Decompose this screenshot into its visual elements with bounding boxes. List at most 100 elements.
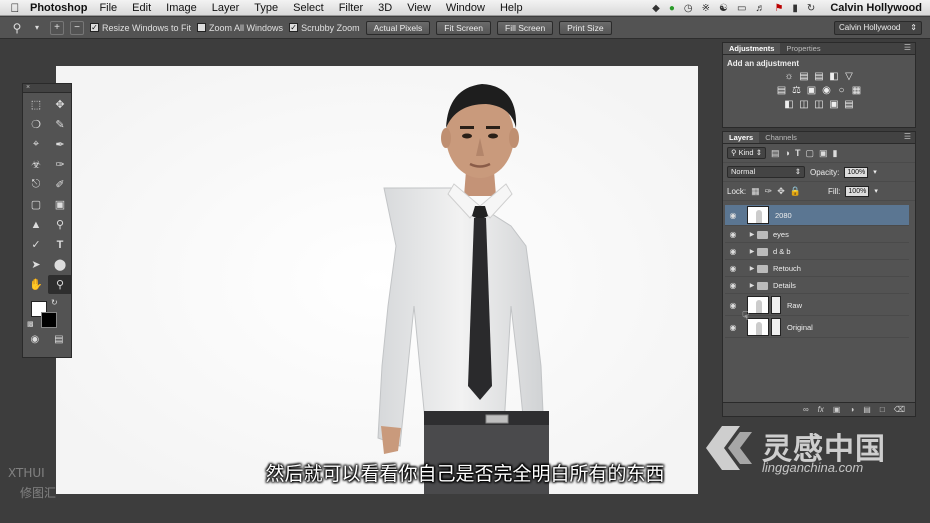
menu-layer[interactable]: Layer <box>212 2 240 14</box>
opacity-slider-chevron-icon[interactable]: ▾ <box>873 168 877 176</box>
menu-3d[interactable]: 3D <box>378 2 392 14</box>
gradient-tool-icon[interactable]: ▣ <box>48 195 72 214</box>
invert-icon[interactable]: ◧ <box>784 99 795 110</box>
lock-pixels-icon[interactable]: ✑ <box>765 186 773 197</box>
menu-edit[interactable]: Edit <box>132 2 151 14</box>
filter-smart-object-icon[interactable]: ▣ <box>819 148 828 159</box>
lock-all-icon[interactable]: 🔒 <box>790 186 801 197</box>
zoom-all-windows-checkbox[interactable]: Zoom All Windows <box>197 23 283 33</box>
fill-screen-button[interactable]: Fill Screen <box>497 20 554 35</box>
visibility-eye-icon[interactable]: ◉ <box>725 264 741 273</box>
posterize-icon[interactable]: ◫ <box>799 99 810 110</box>
close-icon[interactable]: × <box>26 84 30 91</box>
sync-icon[interactable]: ↻ <box>807 3 815 14</box>
new-adjustment-icon[interactable]: ◑ <box>849 405 854 414</box>
visibility-eye-icon[interactable]: ◉ <box>725 211 741 220</box>
path-select-icon[interactable]: ➤ <box>24 255 48 274</box>
lasso-tool-icon[interactable]: ❍ <box>24 115 48 134</box>
fill-slider-chevron-icon[interactable]: ▾ <box>874 187 878 195</box>
delete-layer-icon[interactable]: ⌫ <box>894 405 905 414</box>
photo-filter-icon[interactable]: ◉ <box>821 85 832 96</box>
panel-menu-icon[interactable]: ☰ <box>904 132 911 141</box>
crop-tool-icon[interactable]: ⌖ <box>24 135 48 154</box>
visibility-eye-icon[interactable]: ◉ <box>725 323 741 332</box>
add-mask-icon[interactable]: ▣ <box>833 405 841 414</box>
battery-icon[interactable]: ▮ <box>792 3 798 14</box>
visibility-eye-icon[interactable]: ◉ <box>725 230 741 239</box>
menu-type[interactable]: Type <box>254 2 278 14</box>
selective-color-icon[interactable]: ▣ <box>829 99 840 110</box>
layer-row[interactable]: ◉ Original <box>725 317 909 338</box>
screen-mode-icon[interactable]: ▤ <box>54 334 63 345</box>
menu-filter[interactable]: Filter <box>339 2 363 14</box>
vibrance-icon[interactable]: ▽ <box>844 71 855 82</box>
menu-window[interactable]: Window <box>446 2 485 14</box>
user-name[interactable]: Calvin Hollywood <box>830 2 922 14</box>
history-brush-icon[interactable]: ✐ <box>48 175 72 194</box>
flag-icon[interactable]: ⚑ <box>774 3 783 14</box>
volume-icon[interactable]: ♬ <box>755 3 765 14</box>
display-icon[interactable]: ▭ <box>737 3 746 14</box>
layer-row[interactable]: ◉ Raw <box>725 295 909 316</box>
layer-mask-thumbnail[interactable] <box>771 318 781 336</box>
menu-file[interactable]: File <box>99 2 117 14</box>
quick-mask-icon[interactable]: ◉ <box>30 334 39 345</box>
brush-tool-icon[interactable]: ✑ <box>48 155 72 174</box>
actual-pixels-button[interactable]: Actual Pixels <box>365 20 431 35</box>
gradient-map-icon[interactable]: ▤ <box>844 99 855 110</box>
blend-mode-select[interactable]: Normal ⇕ <box>727 166 805 178</box>
threshold-icon[interactable]: ◫ <box>814 99 825 110</box>
zoom-tool-icon[interactable]: ⚲ <box>48 275 72 294</box>
blur-tool-icon[interactable]: ▲ <box>24 215 48 234</box>
app-menu[interactable]: Photoshop <box>30 2 87 14</box>
expand-triangle-icon[interactable]: ▶ <box>747 248 757 255</box>
black-white-icon[interactable]: ▣ <box>806 85 817 96</box>
tab-channels[interactable]: Channels <box>759 132 803 143</box>
eyedropper-tool-icon[interactable]: ✒ <box>48 135 72 154</box>
clone-stamp-icon[interactable]: ⎋ <box>24 175 48 194</box>
shape-tool-icon[interactable]: ⬤ <box>48 255 72 274</box>
swap-colors-icon[interactable]: ↻ <box>51 298 58 307</box>
fit-screen-button[interactable]: Fit Screen <box>436 20 492 35</box>
filter-toggle-icon[interactable]: ▮ <box>832 148 837 159</box>
tab-layers[interactable]: Layers <box>723 132 760 143</box>
visibility-eye-icon[interactable]: ◉ <box>725 301 741 310</box>
expand-triangle-icon[interactable]: ▶ <box>747 265 757 272</box>
filter-kind-select[interactable]: ⚲ Kind ⇕ <box>727 147 766 159</box>
zoom-in-icon[interactable]: + <box>50 20 64 35</box>
zoom-tool-icon[interactable]: ⚲ <box>10 21 24 35</box>
filter-pixel-icon[interactable]: ▤ <box>771 148 780 159</box>
dropbox-icon[interactable]: ◆ <box>652 3 660 14</box>
brightness-contrast-icon[interactable]: ☼ <box>784 71 795 82</box>
background-color-swatch[interactable] <box>41 312 57 328</box>
filter-type-icon[interactable]: T <box>795 148 801 158</box>
bluetooth-icon[interactable]: ※ <box>702 3 710 14</box>
hand-tool-icon[interactable]: ✋ <box>24 275 48 294</box>
default-colors-icon[interactable]: ▩ <box>27 320 34 328</box>
hue-saturation-icon[interactable]: ▤ <box>776 85 787 96</box>
curves-icon[interactable]: ▤ <box>814 71 825 82</box>
tool-preset-chevron-icon[interactable]: ▾ <box>30 23 44 32</box>
workspace-select[interactable]: Calvin Hollywood ⇕ <box>834 21 922 35</box>
move-tool-icon[interactable]: ✥ <box>48 95 72 114</box>
layer-mask-thumbnail[interactable] <box>771 296 781 314</box>
filter-shape-icon[interactable]: ▢ <box>805 148 814 159</box>
marquee-tool-icon[interactable]: ⬚ <box>24 95 48 114</box>
expand-triangle-icon[interactable]: ▶ <box>747 231 757 238</box>
color-balance-icon[interactable]: ⚖ <box>791 85 802 96</box>
menu-view[interactable]: View <box>407 2 431 14</box>
scrubby-zoom-checkbox[interactable]: ✓ Scrubby Zoom <box>289 23 360 33</box>
exposure-icon[interactable]: ◧ <box>829 71 840 82</box>
document-canvas[interactable] <box>56 66 698 494</box>
filter-adjustment-icon[interactable]: ◑ <box>785 148 790 158</box>
tab-properties[interactable]: Properties <box>780 43 826 54</box>
panel-menu-icon[interactable]: ☰ <box>904 43 911 52</box>
layer-group-row[interactable]: ◉ ▶ Retouch <box>725 261 909 277</box>
tab-adjustments[interactable]: Adjustments <box>723 43 781 54</box>
new-group-icon[interactable]: ▤ <box>863 405 871 414</box>
menu-select[interactable]: Select <box>293 2 324 14</box>
menu-help[interactable]: Help <box>500 2 523 14</box>
apple-menu-icon[interactable]:  <box>0 1 30 15</box>
layer-group-row[interactable]: ◉ ▶ d & b <box>725 244 909 260</box>
type-tool-icon[interactable]: T <box>48 235 72 254</box>
